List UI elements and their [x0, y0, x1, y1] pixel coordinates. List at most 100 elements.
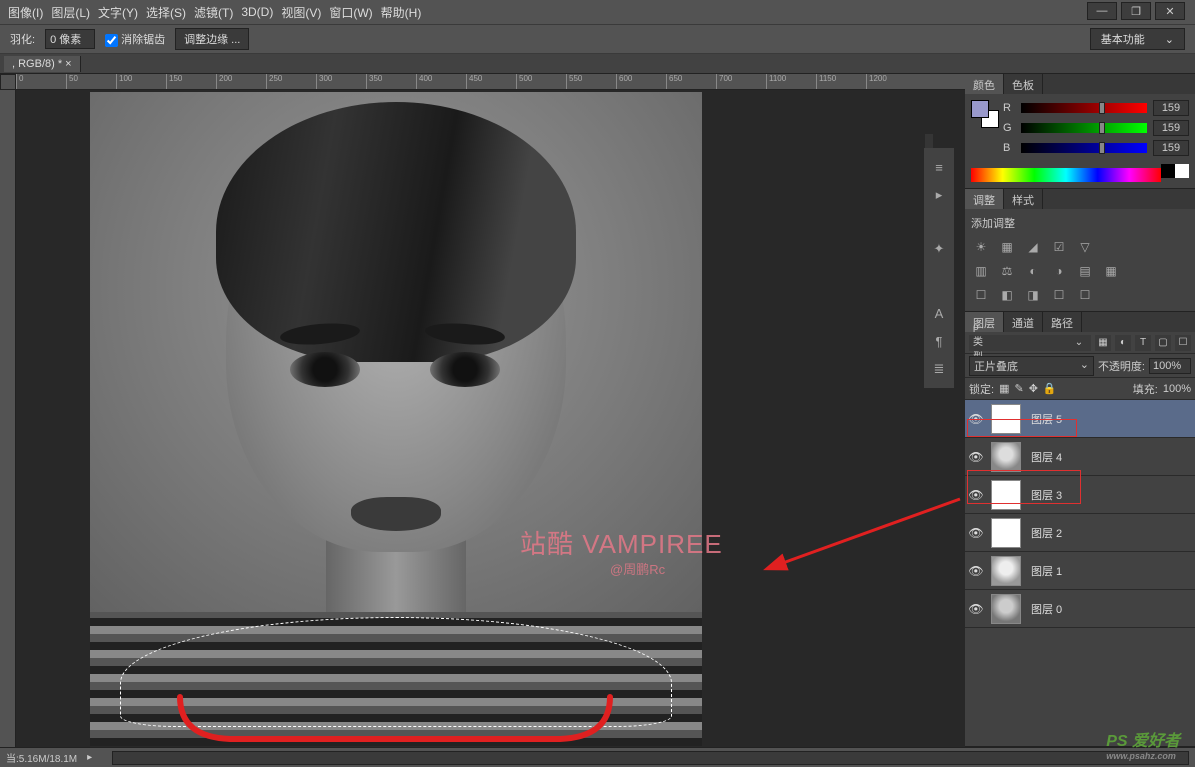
- antialias-checkbox[interactable]: 消除锯齿: [105, 31, 165, 47]
- b-slider[interactable]: [1021, 143, 1147, 153]
- colorbalance-icon[interactable]: ⚖: [997, 261, 1017, 281]
- dock-icon[interactable]: ≣: [928, 358, 950, 380]
- photofilter-icon[interactable]: ◑: [1049, 261, 1069, 281]
- lock-pixels-icon[interactable]: ✎: [1014, 382, 1023, 395]
- tab-color[interactable]: 颜色: [965, 74, 1004, 94]
- tab-styles[interactable]: 样式: [1004, 189, 1043, 209]
- layer-name[interactable]: 图层 1: [1025, 563, 1062, 579]
- tab-swatches[interactable]: 色板: [1004, 74, 1043, 94]
- menu-item[interactable]: 选择(S): [146, 4, 186, 21]
- fill-input[interactable]: 100%: [1163, 383, 1191, 395]
- bw-icon[interactable]: ◐: [1023, 261, 1043, 281]
- layer-item[interactable]: 👁 图层 4: [965, 438, 1195, 476]
- layer-thumbnail[interactable]: [991, 480, 1021, 510]
- opacity-input[interactable]: 100%: [1149, 358, 1191, 374]
- hue-icon[interactable]: ▥: [971, 261, 991, 281]
- dock-icon[interactable]: ▸: [928, 184, 950, 206]
- layer-name[interactable]: 图层 5: [1025, 411, 1062, 427]
- menu-item[interactable]: 帮助(H): [381, 4, 422, 21]
- selectivecolor-icon[interactable]: ☐: [1075, 285, 1095, 305]
- layer-thumbnail[interactable]: [991, 518, 1021, 548]
- r-slider[interactable]: [1021, 103, 1147, 113]
- layer-filter-select[interactable]: ρ 类型⌄: [969, 335, 1091, 351]
- blend-mode-select[interactable]: 正片叠底⌄: [969, 356, 1094, 376]
- visibility-icon[interactable]: 👁: [965, 602, 987, 616]
- status-bar: 当:5.16M/18.1M ▸: [0, 747, 1195, 767]
- tab-channels[interactable]: 通道: [1004, 312, 1043, 332]
- gradientmap-icon[interactable]: ☐: [1049, 285, 1069, 305]
- g-slider[interactable]: [1021, 123, 1147, 133]
- filter-smart-icon[interactable]: ☐: [1175, 335, 1191, 351]
- lock-all-icon[interactable]: 🔒: [1043, 382, 1057, 395]
- layer-thumbnail[interactable]: [991, 556, 1021, 586]
- tab-adjustments[interactable]: 调整: [965, 189, 1004, 209]
- fg-bg-swatch[interactable]: [971, 100, 999, 128]
- color-spectrum[interactable]: [971, 168, 1161, 182]
- layer-name[interactable]: 图层 3: [1025, 487, 1062, 503]
- layer-thumbnail[interactable]: [991, 594, 1021, 624]
- layer-item[interactable]: 👁 图层 2: [965, 514, 1195, 552]
- menu-item[interactable]: 文字(Y): [98, 4, 138, 21]
- horizontal-scrollbar[interactable]: [112, 751, 1189, 765]
- vibrance-icon[interactable]: ▽: [1075, 237, 1095, 257]
- refine-edge-button[interactable]: 调整边缘 ...: [175, 28, 249, 50]
- lock-position-icon[interactable]: ✥: [1029, 382, 1038, 395]
- menu-item[interactable]: 滤镜(T): [194, 4, 233, 21]
- corner-watermark: PS 爱好者 www.psahz.com: [1106, 727, 1180, 761]
- exposure-icon[interactable]: ☑: [1049, 237, 1069, 257]
- g-value[interactable]: 159: [1153, 120, 1189, 136]
- channelmixer-icon[interactable]: ▤: [1075, 261, 1095, 281]
- invert-icon[interactable]: ☐: [971, 285, 991, 305]
- feather-input[interactable]: 0 像素: [45, 29, 95, 49]
- menu-item[interactable]: 图层(L): [51, 4, 90, 21]
- menu-item[interactable]: 窗口(W): [329, 4, 372, 21]
- colorlookup-icon[interactable]: ▦: [1101, 261, 1121, 281]
- visibility-icon[interactable]: 👁: [965, 564, 987, 578]
- layer-item[interactable]: 👁 图层 1: [965, 552, 1195, 590]
- canvas[interactable]: [90, 92, 702, 746]
- character-panel-icon[interactable]: A: [928, 302, 950, 324]
- dock-icon[interactable]: ≡: [928, 156, 950, 178]
- status-info: 当:5.16M/18.1M: [6, 750, 77, 765]
- maximize-button[interactable]: ❐: [1121, 2, 1151, 20]
- menu-item[interactable]: 图像(I): [8, 4, 43, 21]
- menu-item[interactable]: 视图(V): [281, 4, 321, 21]
- options-bar: 羽化: 0 像素 消除锯齿 调整边缘 ...: [0, 24, 1195, 54]
- filter-text-icon[interactable]: T: [1135, 335, 1151, 351]
- layer-name[interactable]: 图层 4: [1025, 449, 1062, 465]
- fill-label: 填充:: [1133, 381, 1158, 397]
- tab-paths[interactable]: 路径: [1043, 312, 1082, 332]
- layer-name[interactable]: 图层 0: [1025, 601, 1062, 617]
- dock-icon[interactable]: ✦: [928, 238, 950, 260]
- layer-item[interactable]: 👁 图层 5: [965, 400, 1195, 438]
- layer-name[interactable]: 图层 2: [1025, 525, 1062, 541]
- visibility-icon[interactable]: 👁: [965, 526, 987, 540]
- lock-transparency-icon[interactable]: ▦: [999, 382, 1009, 395]
- curves-icon[interactable]: ◢: [1023, 237, 1043, 257]
- annotation-arrow: [775, 494, 965, 574]
- visibility-icon[interactable]: 👁: [965, 488, 987, 502]
- layer-item[interactable]: 👁 图层 0: [965, 590, 1195, 628]
- minimize-button[interactable]: —: [1087, 2, 1117, 20]
- visibility-icon[interactable]: 👁: [965, 450, 987, 464]
- filter-pixel-icon[interactable]: ▦: [1095, 335, 1111, 351]
- threshold-icon[interactable]: ◨: [1023, 285, 1043, 305]
- b-value[interactable]: 159: [1153, 140, 1189, 156]
- status-chevron-icon[interactable]: ▸: [87, 752, 92, 763]
- close-button[interactable]: ✕: [1155, 2, 1185, 20]
- document-tab[interactable]: , RGB/8) * ×: [4, 56, 81, 72]
- paragraph-panel-icon[interactable]: ¶: [928, 330, 950, 352]
- workspace-selector[interactable]: 基本功能⌄: [1090, 28, 1185, 50]
- adjustments-panel: 调整 样式 添加调整 ☀ ▦ ◢ ☑ ▽ ▥ ⚖ ◐ ◑ ▤ ▦: [965, 189, 1195, 312]
- levels-icon[interactable]: ▦: [997, 237, 1017, 257]
- filter-adjust-icon[interactable]: ◐: [1115, 335, 1131, 351]
- visibility-icon[interactable]: 👁: [965, 412, 987, 426]
- filter-shape-icon[interactable]: ▢: [1155, 335, 1171, 351]
- layer-thumbnail[interactable]: [991, 404, 1021, 434]
- menu-item[interactable]: 3D(D): [241, 5, 273, 19]
- r-value[interactable]: 159: [1153, 100, 1189, 116]
- layer-thumbnail[interactable]: [991, 442, 1021, 472]
- brightness-icon[interactable]: ☀: [971, 237, 991, 257]
- posterize-icon[interactable]: ◧: [997, 285, 1017, 305]
- layer-item[interactable]: 👁 图层 3: [965, 476, 1195, 514]
